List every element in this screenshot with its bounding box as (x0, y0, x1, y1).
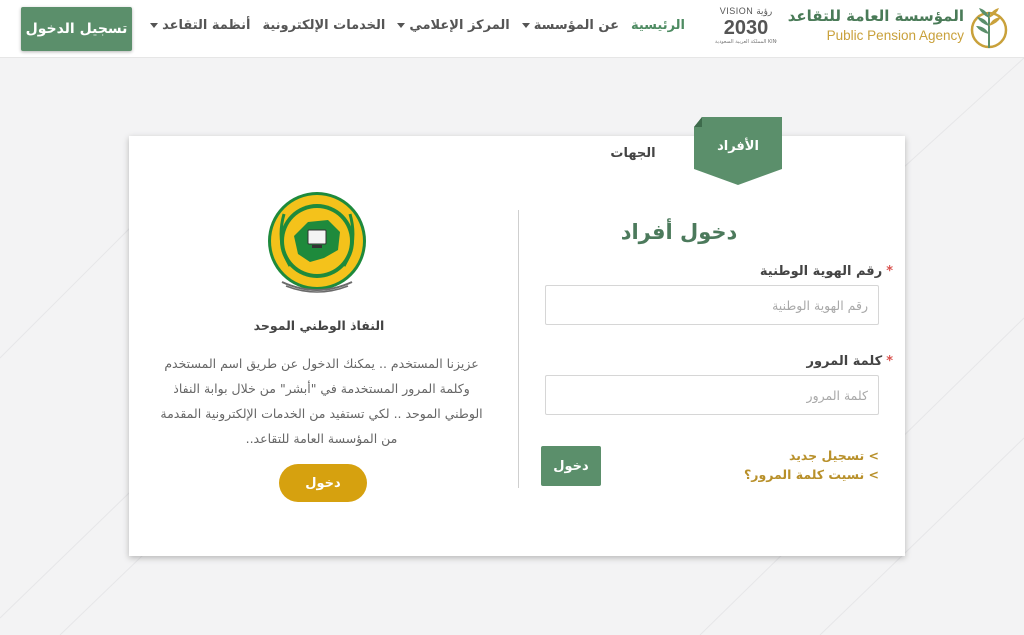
form-title: دخول أفراد (620, 220, 738, 244)
top-header: المؤسسة العامة للتقاعد Public Pension Ag… (0, 0, 1024, 58)
tab-individuals-label: الأفراد (717, 139, 759, 154)
nav-about-label: عن المؤسسة (533, 17, 619, 33)
wheat-logo-icon (970, 8, 1008, 49)
nafath-login-button[interactable]: دخول (279, 464, 367, 502)
login-card: الأفراد الجهات دخول أفراد *رقم الهوية ال… (129, 117, 905, 556)
vision-label: VISION رؤية (719, 6, 773, 16)
vision-subtitle: المملكة العربية السعودية KINGDOM OF SAUD… (715, 39, 777, 45)
nav-retirement-systems[interactable]: أنظمة التقاعد (150, 18, 250, 33)
required-asterisk: * (886, 264, 893, 279)
password-input[interactable] (545, 375, 879, 415)
tab-entities[interactable]: الجهات (603, 146, 663, 166)
nav-home-label: الرئيسية (630, 17, 685, 33)
nav-retirement-systems-label: أنظمة التقاعد (162, 17, 251, 33)
nav-e-services-label: الخدمات الإلكترونية (262, 17, 386, 33)
vision-year: 2030 (723, 17, 769, 39)
header-login-button[interactable]: تسجيل الدخول (21, 7, 132, 51)
vertical-divider (518, 210, 519, 488)
password-label: *كلمة المرور (689, 354, 893, 369)
brand-name-english: Public Pension Agency (826, 28, 964, 43)
national-id-input[interactable] (545, 285, 879, 325)
nafath-description: عزيزنا المستخدم .. يمكنك الدخول عن طريق … (160, 356, 483, 446)
national-id-label: *رقم الهوية الوطنية (689, 264, 893, 279)
main-nav: الرئيسية عن المؤسسة المركز الإعلامي الخد… (150, 14, 685, 36)
login-submit-button[interactable]: دخول (541, 446, 601, 486)
caret-down-icon (150, 22, 159, 28)
nav-about[interactable]: عن المؤسسة (521, 17, 619, 33)
caret-down-icon (397, 22, 406, 28)
required-asterisk: * (886, 354, 893, 369)
brand[interactable]: المؤسسة العامة للتقاعد Public Pension Ag… (787, 6, 964, 52)
nav-media-center[interactable]: المركز الإعلامي (397, 17, 510, 33)
nav-media-center-label: المركز الإعلامي (409, 17, 510, 33)
national-id-label-text: رقم الهوية الوطنية (759, 264, 883, 279)
brand-name-arabic: المؤسسة العامة للتقاعد (787, 7, 964, 25)
nav-home[interactable]: الرئيسية (631, 18, 685, 33)
password-label-text: كلمة المرور (806, 354, 883, 369)
forgot-password-link[interactable]: > نسيت كلمة المرور؟ (719, 467, 879, 482)
national-access-emblem-icon (268, 192, 366, 293)
vision-2030-logo: VISION رؤية 2030 المملكة العربية السعودي… (715, 6, 777, 50)
tab-individuals[interactable]: الأفراد (694, 117, 782, 185)
caret-down-icon (521, 22, 530, 28)
nav-e-services[interactable]: الخدمات الإلكترونية (262, 18, 385, 33)
nafath-title: النفاذ الوطني الموحد (253, 318, 385, 333)
register-link[interactable]: > تسجيل جديد (719, 448, 879, 463)
